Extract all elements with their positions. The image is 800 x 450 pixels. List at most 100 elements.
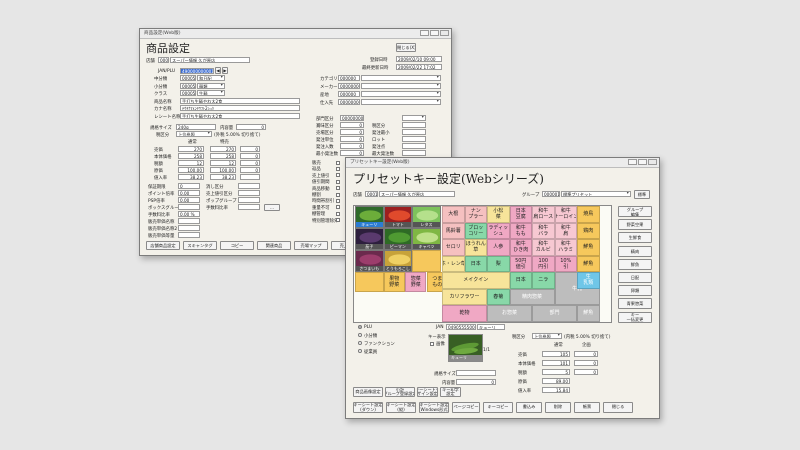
size-field[interactable]: 240g bbox=[176, 124, 216, 130]
preset-key[interactable]: 100 円引 bbox=[532, 255, 555, 272]
side-button[interactable]: 野菜空果 bbox=[618, 219, 652, 231]
preset-key[interactable]: 鮮魚 bbox=[577, 305, 600, 322]
preset-key[interactable]: 大根 bbox=[442, 206, 465, 223]
jan-next-button[interactable]: ▶ bbox=[222, 67, 228, 74]
preset-key[interactable]: 日本 bbox=[509, 272, 532, 289]
minimize-button[interactable] bbox=[628, 159, 637, 165]
preset-key[interactable]: 和牛 サーロイン bbox=[554, 206, 577, 223]
price-special[interactable]: 100.00 bbox=[210, 167, 236, 173]
content-field[interactable]: 0 bbox=[456, 379, 496, 385]
image-checkbox[interactable] bbox=[430, 342, 434, 346]
product-key[interactable]: レタス bbox=[412, 206, 441, 228]
check-box[interactable] bbox=[336, 218, 340, 223]
bottom-button[interactable]: 帳票 bbox=[574, 402, 600, 413]
mid-field[interactable]: 0 bbox=[340, 122, 364, 128]
price-normal[interactable]: 12 bbox=[178, 160, 204, 166]
misc2-field[interactable] bbox=[238, 183, 260, 189]
maximize-button[interactable] bbox=[430, 30, 439, 36]
preset-key[interactable]: 和牛 肩 bbox=[554, 222, 577, 239]
bottom-button[interactable]: 閉じる bbox=[603, 402, 633, 413]
store-name-field[interactable]: スーパー情報 久が原店 bbox=[379, 191, 455, 197]
preset-key[interactable]: 生 乳類 bbox=[577, 272, 600, 289]
side-button[interactable]: 精肉 bbox=[618, 245, 652, 257]
preset-key[interactable]: 精肉惣菜 bbox=[509, 288, 555, 305]
mid-field[interactable]: 00000000 bbox=[340, 115, 364, 121]
misc2-field[interactable] bbox=[238, 197, 260, 203]
order-type-select[interactable] bbox=[402, 115, 426, 121]
close-button[interactable]: 閉じる(X) bbox=[396, 43, 416, 52]
bottom-button[interactable]: キーコピー bbox=[483, 402, 513, 413]
left-action-button[interactable]: 小計 グループ登録設定 bbox=[385, 387, 415, 397]
preset-key[interactable]: 50円 値引 bbox=[509, 255, 532, 272]
right-field-select[interactable] bbox=[361, 99, 441, 105]
preset-key[interactable]: ニラ bbox=[532, 272, 555, 289]
store-code-field[interactable]: 0001 bbox=[365, 191, 378, 197]
side-button[interactable]: 卵類 bbox=[618, 285, 652, 297]
radio-1[interactable] bbox=[358, 333, 362, 337]
size-field[interactable] bbox=[456, 370, 496, 376]
preset-key[interactable]: メイクイン bbox=[442, 272, 510, 289]
preset-key[interactable]: 馬鈴薯 bbox=[442, 222, 465, 239]
bottom-button[interactable]: ページコピー bbox=[452, 402, 480, 413]
preset-key[interactable]: お惣菜 bbox=[487, 305, 532, 322]
price-special[interactable]: 38.23 bbox=[210, 174, 236, 180]
right-field-select[interactable] bbox=[361, 75, 441, 81]
right-field-code[interactable]: 000000000 bbox=[338, 99, 360, 105]
left-field-select[interactable]: 麺類 bbox=[197, 82, 225, 89]
preset-key[interactable]: 鶏肉 bbox=[577, 222, 600, 239]
store-code-field[interactable]: 0001 bbox=[158, 57, 169, 63]
maximize-button[interactable] bbox=[638, 159, 647, 165]
price-extra[interactable]: 0 bbox=[240, 146, 260, 152]
mid-field[interactable]: 0 bbox=[340, 136, 364, 142]
preset-key[interactable]: 日本 bbox=[464, 255, 487, 272]
empty-key[interactable] bbox=[355, 272, 384, 292]
misc-field[interactable] bbox=[178, 232, 200, 238]
check-box[interactable] bbox=[336, 186, 340, 191]
preset-key[interactable]: ほうれん 草 bbox=[464, 239, 487, 256]
bottom-button[interactable]: スキャンタグ bbox=[183, 241, 217, 250]
price-extra[interactable] bbox=[240, 174, 260, 180]
bottom-button[interactable]: キーシート設定 (ダウン) bbox=[353, 402, 383, 413]
category-key[interactable]: 惣菜 野菜 bbox=[405, 272, 427, 292]
group-code-field[interactable]: 000001 bbox=[542, 191, 560, 197]
left-field-code[interactable]: 000051 bbox=[180, 82, 196, 89]
misc-field[interactable] bbox=[178, 225, 200, 231]
preset-key[interactable]: 梨 bbox=[487, 255, 510, 272]
price-normal[interactable]: 101 bbox=[542, 360, 570, 366]
product-key[interactable]: さつまいも bbox=[355, 250, 384, 272]
price-normal[interactable]: 270 bbox=[178, 146, 204, 152]
check-box[interactable] bbox=[336, 173, 340, 178]
preset-key[interactable]: ブロッ コリー bbox=[464, 222, 487, 239]
preset-key[interactable]: 焼鳥 bbox=[577, 206, 600, 223]
price-normal[interactable]: 38.23 bbox=[178, 174, 204, 180]
price-normal[interactable]: 89.00 bbox=[542, 378, 570, 384]
check-box[interactable] bbox=[336, 160, 340, 165]
price-extra[interactable]: 0 bbox=[240, 167, 260, 173]
bottom-button[interactable]: コピー bbox=[220, 241, 254, 250]
misc-field[interactable] bbox=[178, 218, 200, 224]
mid2-field[interactable] bbox=[402, 150, 426, 156]
preset-key[interactable]: セロリ bbox=[442, 239, 465, 256]
side-button[interactable]: 鮮魚 bbox=[618, 258, 652, 270]
right-field-code[interactable]: 000000 bbox=[338, 75, 360, 81]
preset-key[interactable]: 和牛 ハラミ bbox=[554, 239, 577, 256]
left-field-select[interactable]: 和日配 bbox=[197, 75, 225, 81]
apply-button[interactable]: … bbox=[264, 204, 280, 211]
product-key[interactable]: 茄子 bbox=[355, 228, 384, 250]
bottom-button[interactable]: 店舗商品設定 bbox=[146, 241, 180, 250]
preset-key[interactable]: ラディッ シュ bbox=[487, 222, 510, 239]
preset-key[interactable]: 鮮魚 bbox=[577, 255, 600, 272]
mid2-field[interactable] bbox=[402, 129, 426, 135]
misc-field[interactable]: 0.00 bbox=[178, 197, 200, 203]
misc-field[interactable] bbox=[178, 204, 200, 210]
preset-key[interactable]: カリフラワー bbox=[442, 288, 487, 305]
left-field-text[interactable]: ﾃｳﾁﾅﾏﾒﾝﾔﾜﾌﾄ2ｼｮｸ bbox=[180, 105, 300, 111]
tax-select[interactable]: 上位参照 bbox=[176, 131, 212, 137]
side-button[interactable]: 青果惣菜 bbox=[618, 298, 652, 310]
product-key[interactable]: キャベツ bbox=[412, 228, 441, 250]
mid2-field[interactable] bbox=[402, 136, 426, 142]
group-select[interactable]: 標準プリセット bbox=[561, 191, 631, 197]
side-button[interactable]: 日配 bbox=[618, 272, 652, 283]
mid2-field[interactable] bbox=[402, 122, 426, 128]
jan-prev-button[interactable]: ◀ bbox=[215, 67, 221, 74]
